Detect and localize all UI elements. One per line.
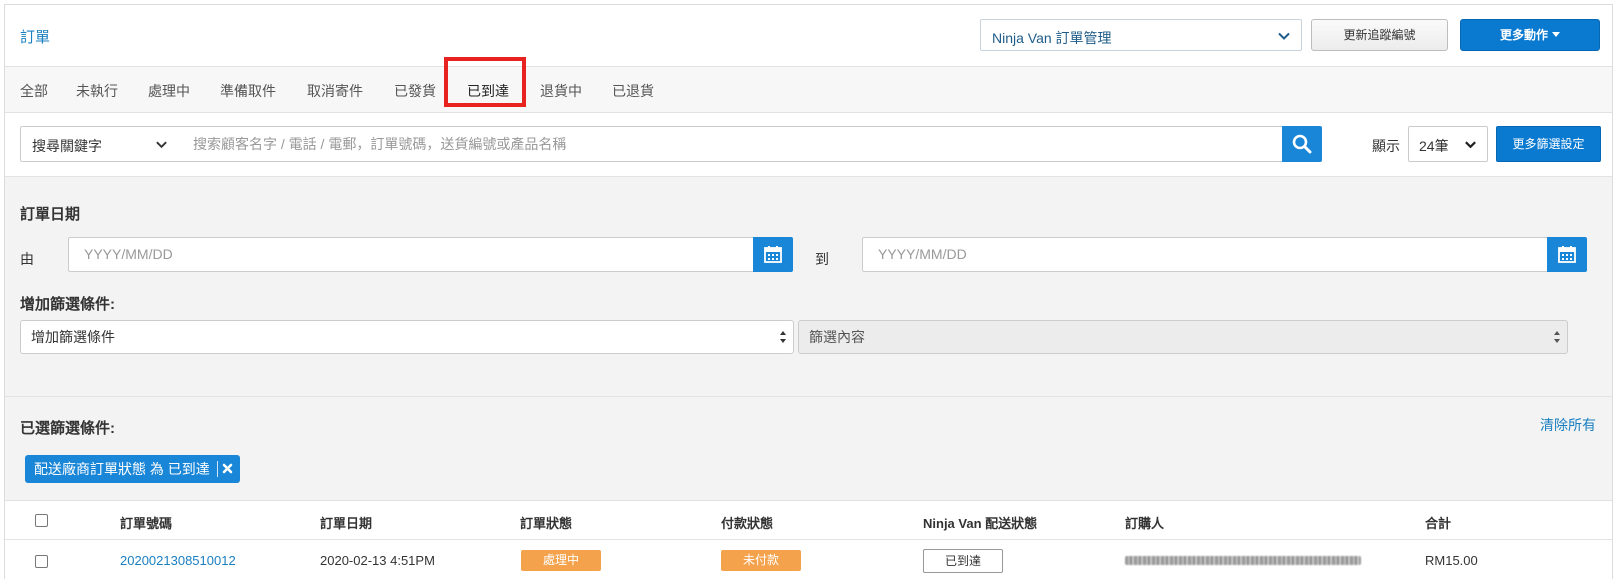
chevron-down-icon: [1278, 32, 1290, 40]
page-size-select[interactable]: 24筆: [1408, 126, 1488, 162]
search-input[interactable]: 搜索顧客名字 / 電話 / 電郵，訂單號碼，送貨編號或產品名稱: [178, 126, 1284, 162]
tab-returned[interactable]: 已退貨: [612, 81, 654, 101]
filter-condition-select[interactable]: 增加篩選條件: [20, 320, 794, 354]
status-tabs: 全部 未執行 處理中 準備取件 取消寄件 已發貨 已到達 退貨中 已退貨: [5, 67, 1612, 113]
orders-panel: 訂單 Ninja Van 訂單管理 更新追蹤編號 更多動作 全部 未執行 處理中…: [4, 4, 1613, 579]
tab-ready-pickup[interactable]: 準備取件: [220, 81, 276, 101]
selected-filters: 已選篩選條件: 清除所有 配送廠商訂單狀態 為 已到達: [5, 397, 1612, 501]
search-icon: [1292, 134, 1312, 154]
chevron-down-icon: [1465, 141, 1476, 149]
caret-down-icon: [1552, 32, 1560, 38]
table-row[interactable]: 20200213085100​12 2020-02-13 4:51PM 處理中 …: [5, 541, 1612, 579]
filter-chip-label: 配送廠商訂單狀態 為 已到達: [34, 461, 210, 477]
order-number-link[interactable]: 20200213085100​12: [120, 553, 236, 568]
tab-unfulfilled[interactable]: 未執行: [76, 81, 118, 101]
row-checkbox[interactable]: [35, 555, 48, 568]
to-date-input[interactable]: YYYY/MM/DD: [862, 237, 1548, 272]
to-label: 到: [815, 251, 829, 267]
show-count-label: 顯示: [1372, 138, 1400, 154]
page-header: 訂單 Ninja Van 訂單管理 更新追蹤編號 更多動作: [5, 5, 1612, 67]
updown-arrows-icon: [1554, 331, 1560, 343]
updown-arrows-icon: [780, 331, 786, 343]
from-date-picker-button[interactable]: [753, 237, 793, 272]
active-tab-highlight: [444, 57, 526, 107]
col-order-no[interactable]: 訂單號碼: [120, 513, 172, 532]
select-all-checkbox[interactable]: [35, 514, 48, 527]
order-total: RM15.00: [1425, 553, 1478, 568]
calendar-icon: [1558, 246, 1576, 263]
keyword-select-value: 搜尋關鍵字: [32, 138, 102, 154]
tab-all[interactable]: 全部: [20, 81, 48, 101]
order-date: 2020-02-13 4:51PM: [320, 553, 435, 568]
page-title: 訂單: [20, 29, 51, 46]
col-delivery-status: Ninja Van 配送狀態: [923, 516, 1038, 531]
filter-condition-value: 增加篩選條件: [31, 329, 115, 345]
search-bar: 搜尋關鍵字 搜索顧客名字 / 電話 / 電郵，訂單號碼，送貨編號或產品名稱 顯示…: [5, 113, 1612, 177]
orders-table: 訂單號碼 訂單日期 訂單狀態 付款狀態 Ninja Van 配送狀態 訂購人 合…: [5, 501, 1612, 579]
col-order-status: 訂單狀態: [520, 516, 573, 531]
management-select[interactable]: Ninja Van 訂單管理: [980, 19, 1302, 51]
management-select-value: Ninja Van 訂單管理: [992, 30, 1112, 46]
col-buyer: 訂購人: [1125, 516, 1165, 531]
calendar-icon: [764, 246, 782, 263]
to-date-picker-button[interactable]: [1547, 237, 1587, 272]
order-date-title: 訂單日期: [20, 206, 81, 223]
more-actions-button[interactable]: 更多動作: [1460, 19, 1600, 51]
search-button[interactable]: [1282, 126, 1322, 162]
tab-shipped[interactable]: 已發貨: [394, 81, 436, 101]
chip-divider: [216, 461, 218, 477]
filter-content-value: 篩選內容: [809, 329, 865, 345]
add-filter-title: 增加篩選條件:: [20, 296, 115, 313]
keyword-select[interactable]: 搜尋關鍵字: [20, 126, 179, 162]
col-total[interactable]: 合計: [1425, 513, 1451, 532]
clear-all-link[interactable]: 清除所有: [1540, 415, 1596, 435]
tab-processing[interactable]: 處理中: [148, 81, 190, 101]
update-tracking-button[interactable]: 更新追蹤編號: [1311, 19, 1448, 51]
from-date-input[interactable]: YYYY/MM/DD: [68, 237, 754, 272]
from-label: 由: [20, 251, 34, 267]
chevron-down-icon: [156, 141, 167, 149]
order-status-badge: 處理中: [521, 550, 601, 571]
filter-content-select[interactable]: 篩選內容: [798, 320, 1568, 354]
table-header: 訂單號碼 訂單日期 訂單狀態 付款狀態 Ninja Van 配送狀態 訂購人 合…: [5, 501, 1612, 540]
col-payment-status: 付款狀態: [721, 516, 774, 531]
buyer-name-redacted: [1125, 556, 1361, 565]
page-size-value: 24筆: [1419, 138, 1449, 154]
close-icon[interactable]: [222, 463, 233, 474]
selected-filters-title: 已選篩選條件:: [20, 420, 115, 437]
delivery-status-badge: 已到達: [923, 549, 1003, 573]
more-filter-button[interactable]: 更多篩選設定: [1496, 126, 1601, 162]
filter-area: 訂單日期 由 YYYY/MM/DD 到 YYYY/MM/DD 增加篩選條件: 增…: [5, 177, 1612, 397]
payment-status-badge: 未付款: [721, 550, 801, 571]
more-actions-label: 更多動作: [1499, 28, 1548, 42]
tab-cancel-shipping[interactable]: 取消寄件: [307, 81, 363, 101]
tab-returning[interactable]: 退貨中: [540, 81, 582, 101]
col-order-date[interactable]: 訂單日期: [320, 513, 372, 532]
filter-chip: 配送廠商訂單狀態 為 已到達: [25, 455, 240, 483]
